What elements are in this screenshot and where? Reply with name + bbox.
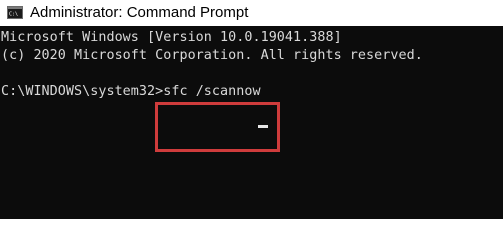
command-prompt-window: C:\ Administrator: Command Prompt Micros… [0,0,503,225]
cmd-icon: C:\ [7,6,23,19]
typed-command: sfc /scannow [163,84,261,99]
prompt-path: C:\WINDOWS\system32> [1,84,164,99]
bottom-border [0,219,503,225]
svg-text:C:\: C:\ [9,12,18,18]
title-bar[interactable]: C:\ Administrator: Command Prompt [0,0,503,26]
console-output[interactable]: Microsoft Windows [Version 10.0.19041.38… [0,26,503,219]
window-title: Administrator: Command Prompt [30,4,249,21]
copyright-line: (c) 2020 Microsoft Corporation. All righ… [1,48,423,63]
version-line: Microsoft Windows [Version 10.0.19041.38… [1,30,342,45]
command-highlight-box [155,102,280,152]
command-line[interactable]: C:\WINDOWS\system32>sfc /scannow [1,84,261,100]
